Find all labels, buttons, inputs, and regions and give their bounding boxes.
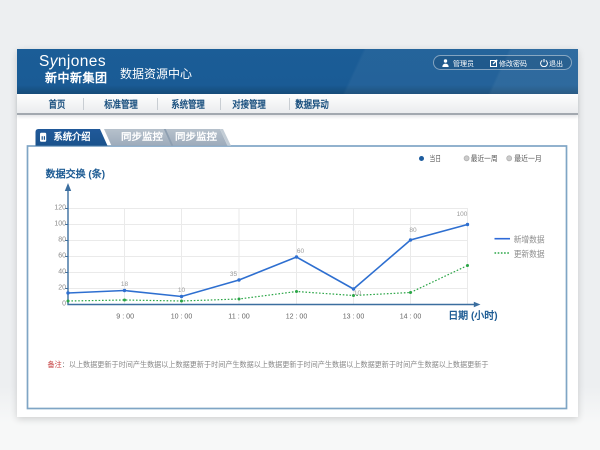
- svg-text:10 : 00: 10 : 00: [171, 312, 193, 321]
- svg-text:最近一周: 最近一周: [471, 153, 498, 163]
- svg-text:20: 20: [58, 285, 66, 292]
- svg-text:同步监控: 同步监控: [175, 131, 218, 143]
- svg-text:60: 60: [58, 253, 66, 260]
- svg-text:0: 0: [62, 301, 66, 308]
- svg-text:当日: 当日: [430, 153, 442, 163]
- svg-text:35: 35: [230, 271, 238, 278]
- svg-text:100: 100: [54, 221, 66, 228]
- svg-text:备注：以上数据更新于时间产生数据以上数据更新于时间产生数据以: 备注：以上数据更新于时间产生数据以上数据更新于时间产生数据以上数据更新于时间产生…: [48, 359, 489, 369]
- svg-text:120: 120: [54, 205, 66, 212]
- svg-text:数据交换 (条): 数据交换 (条): [46, 168, 105, 181]
- svg-text:14 : 00: 14 : 00: [400, 312, 422, 321]
- svg-text:80: 80: [409, 227, 417, 234]
- svg-text:18: 18: [121, 281, 129, 288]
- svg-text:10: 10: [178, 287, 186, 294]
- svg-text:40: 40: [58, 269, 66, 276]
- svg-text:12 : 00: 12 : 00: [286, 312, 308, 321]
- svg-text:80: 80: [58, 237, 66, 244]
- svg-text:同步监控: 同步监控: [121, 131, 164, 143]
- svg-text:11 : 00: 11 : 00: [228, 312, 250, 321]
- svg-text:60: 60: [297, 248, 305, 255]
- svg-text:系统介绍: 系统介绍: [54, 131, 91, 143]
- svg-text:更新数据: 更新数据: [514, 249, 545, 259]
- svg-text:13 : 00: 13 : 00: [343, 312, 365, 321]
- svg-text:新增数据: 新增数据: [514, 234, 545, 244]
- svg-text:10: 10: [354, 290, 362, 297]
- svg-text:日期 (小时): 日期 (小时): [448, 309, 497, 322]
- svg-text:100: 100: [457, 211, 468, 218]
- svg-text:9 : 00: 9 : 00: [116, 312, 134, 321]
- svg-text:最近一月: 最近一月: [514, 153, 542, 163]
